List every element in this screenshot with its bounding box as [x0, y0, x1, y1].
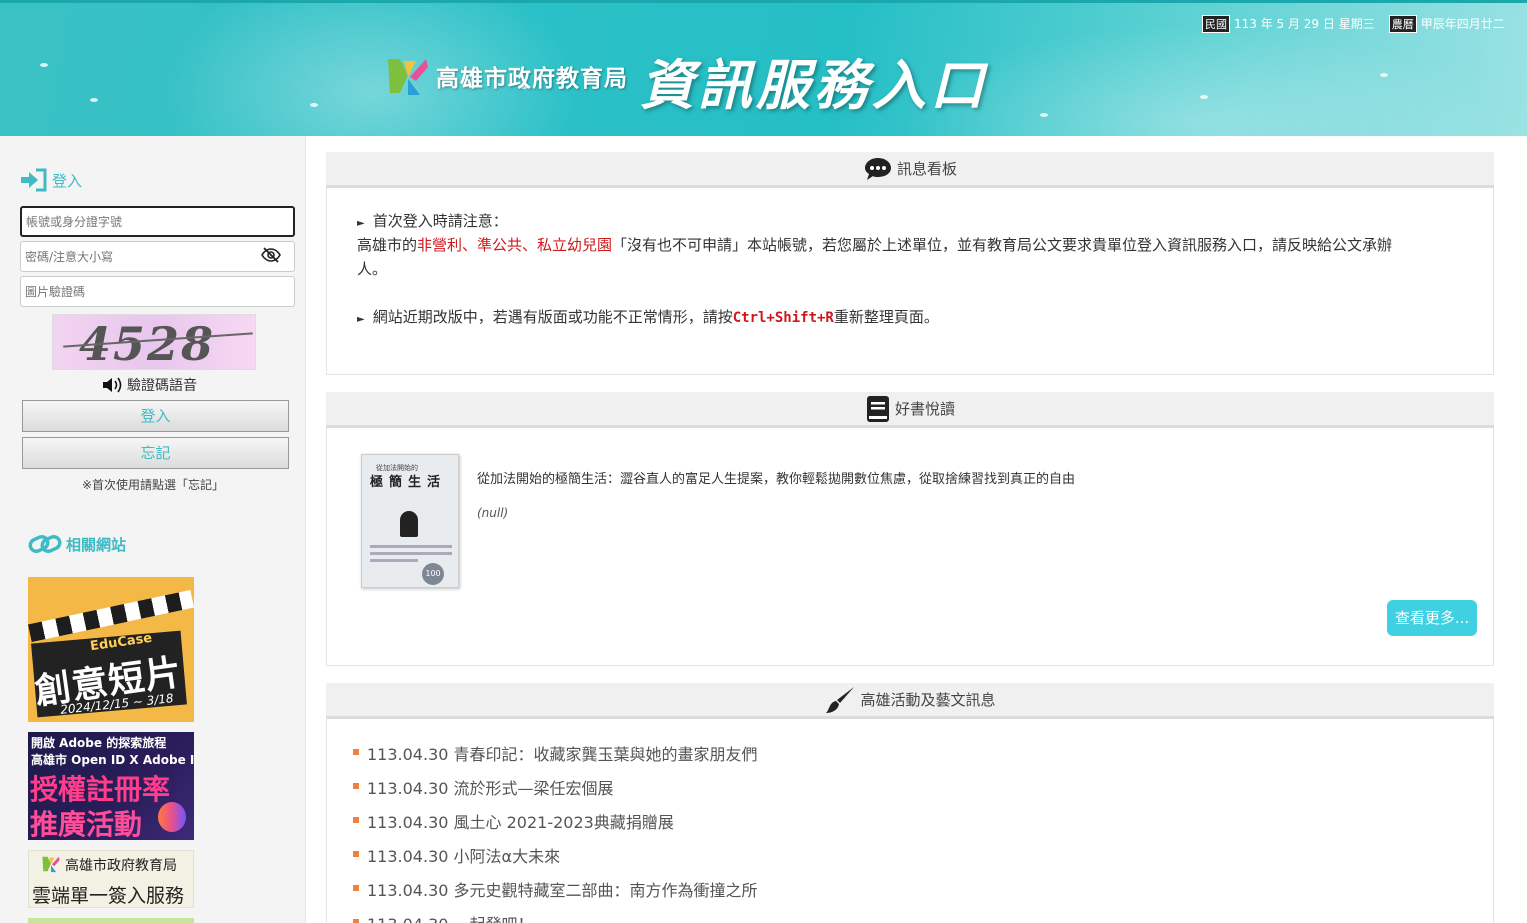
account-input[interactable] — [20, 206, 295, 237]
event-item[interactable]: 113.04.30 多元史觀特藏室二部曲：南方作為衝撞之所 — [353, 877, 758, 911]
date-display: 民國 113 年 5 月 29 日 星期三 農曆 甲辰年四月廿二 — [1202, 15, 1505, 33]
adobe-line4: 推廣活動 — [30, 808, 143, 840]
roc-calendar-tag: 民國 — [1202, 15, 1230, 33]
password-field-wrapper — [20, 241, 295, 272]
book-cover-title: 極簡生活 — [370, 475, 447, 490]
event-item[interactable]: 113.04.30 小阿法α大未來 — [353, 843, 758, 877]
event-item[interactable]: 113.04.30 一起發吧！ — [353, 911, 758, 923]
related-sites-heading: 相關網站 — [28, 532, 126, 556]
news-item-1: ► 首次登入時請注意： — [357, 212, 508, 230]
left-sidebar: 登入 4528 驗證碼語音 登入 忘記 ※首次使用請點選「忘記」 相關網站 — [0, 136, 306, 923]
adobe-line2: 高雄市 Open ID X Adobe ID — [31, 753, 194, 767]
news-panel-header: 訊息看板 — [326, 152, 1494, 188]
books-panel-body: 從加法開始的 極簡生活 100 從加法開始的極簡生活：澀谷直人的富足人生提案，教… — [326, 428, 1494, 666]
news-item-1-title: 首次登入時請注意： — [372, 212, 508, 230]
book-extra-note: (null) — [477, 506, 509, 520]
link-icon — [28, 534, 62, 554]
book-description-link[interactable]: 從加法開始的極簡生活：澀谷直人的富足人生提案，教你輕鬆拋開數位焦慮，從取捨練習找… — [477, 468, 1075, 487]
eye-slash-icon[interactable] — [261, 247, 281, 263]
first-use-note: ※首次使用請點選「忘記」 — [81, 478, 225, 492]
lunar-date: 甲辰年四月廿二 — [1420, 17, 1505, 31]
kaohsiung-education-mini-logo-icon — [42, 856, 60, 873]
forgot-button[interactable]: 忘記 — [22, 437, 289, 469]
news-item-2: ► 網站近期改版中，若遇有版面或功能不正常情形，請按Ctrl+Shift+R重新整… — [357, 308, 939, 326]
event-item[interactable]: 113.04.30 風土心 2021-2023典藏捐贈展 — [353, 809, 758, 843]
events-panel-body: 113.04.30 青春印記：收藏家龔玉葉與她的畫家朋友們 113.04.30 … — [326, 719, 1494, 923]
kaohsiung-education-logo-icon — [388, 59, 428, 95]
book-cover-badge: 100 — [422, 563, 444, 585]
view-more-button[interactable]: 查看更多... — [1387, 600, 1477, 636]
events-panel-header: 高雄活動及藝文訊息 — [326, 683, 1494, 719]
chat-bubble-icon — [864, 157, 891, 180]
login-heading-label: 登入 — [52, 171, 83, 190]
roc-date: 113 年 5 月 29 日 星期三 — [1234, 17, 1375, 31]
captcha-image[interactable]: 4528 — [52, 314, 256, 370]
refresh-shortcut: Ctrl+Shift+R — [732, 310, 834, 326]
header-org-name: 高雄市政府教育局 — [436, 66, 628, 92]
login-heading: 登入 — [20, 168, 82, 192]
news-highlight: 非營利、準公共、私立幼兒園 — [417, 236, 613, 254]
books-panel-header: 好書悅讀 — [326, 392, 1494, 428]
lunar-calendar-tag: 農曆 — [1388, 15, 1417, 33]
event-item[interactable]: 113.04.30 青春印記：收藏家龔玉葉與她的畫家朋友們 — [353, 741, 758, 775]
books-panel-title: 好書悅讀 — [894, 400, 955, 418]
captcha-audio-label: 驗證碼語音 — [127, 378, 197, 394]
events-panel-title: 高雄活動及藝文訊息 — [860, 691, 996, 709]
captcha-audio-link[interactable]: 驗證碼語音 — [102, 375, 197, 395]
paintbrush-icon — [826, 686, 855, 713]
related-sites-label: 相關網站 — [66, 535, 127, 554]
login-button[interactable]: 登入 — [22, 400, 289, 432]
adobe-line1: 開啟 Adobe 的探索旅程 — [31, 736, 167, 750]
sign-in-icon — [21, 168, 47, 192]
event-item[interactable]: 113.04.30 流於形式—梁任宏個展 — [353, 775, 758, 809]
educase-banner[interactable]: EduCase 創意短片 2024/12/15 ~ 3/18 — [28, 577, 194, 722]
adobe-line3: 授權註冊率 — [30, 773, 171, 806]
speaker-icon — [103, 377, 122, 393]
adobe-banner[interactable]: 開啟 Adobe 的探索旅程 高雄市 Open ID X Adobe ID 授權… — [28, 732, 194, 840]
captcha-input[interactable] — [20, 276, 295, 307]
next-banner-partial[interactable] — [28, 918, 194, 923]
sso-banner[interactable]: 高雄市政府教育局 雲端單一簽入服務 — [28, 850, 194, 908]
portal-title: 資訊服務入口 — [640, 54, 988, 117]
sso-line2: 雲端單一簽入服務 — [32, 885, 185, 907]
news-panel-title: 訊息看板 — [896, 160, 957, 178]
book-cover-image[interactable]: 從加法開始的 極簡生活 100 — [361, 454, 459, 588]
news-panel-body: ► 首次登入時請注意： 高雄市的非營利、準公共、私立幼兒園「沒有也不可申請」本站帳… — [326, 188, 1494, 375]
sso-line1: 高雄市政府教育局 — [65, 858, 177, 874]
event-list: 113.04.30 青春印記：收藏家龔玉葉與她的畫家朋友們 113.04.30 … — [353, 741, 758, 923]
news-item-1-body: 高雄市的非營利、準公共、私立幼兒園「沒有也不可申請」本站帳號，若您屬於上述單位，… — [357, 236, 1393, 278]
book-icon — [866, 395, 889, 422]
password-input[interactable] — [20, 241, 295, 272]
header-banner: 高雄市政府教育局 資訊服務入口 民國 113 年 5 月 29 日 星期三 農曆 甲辰… — [0, 0, 1527, 136]
